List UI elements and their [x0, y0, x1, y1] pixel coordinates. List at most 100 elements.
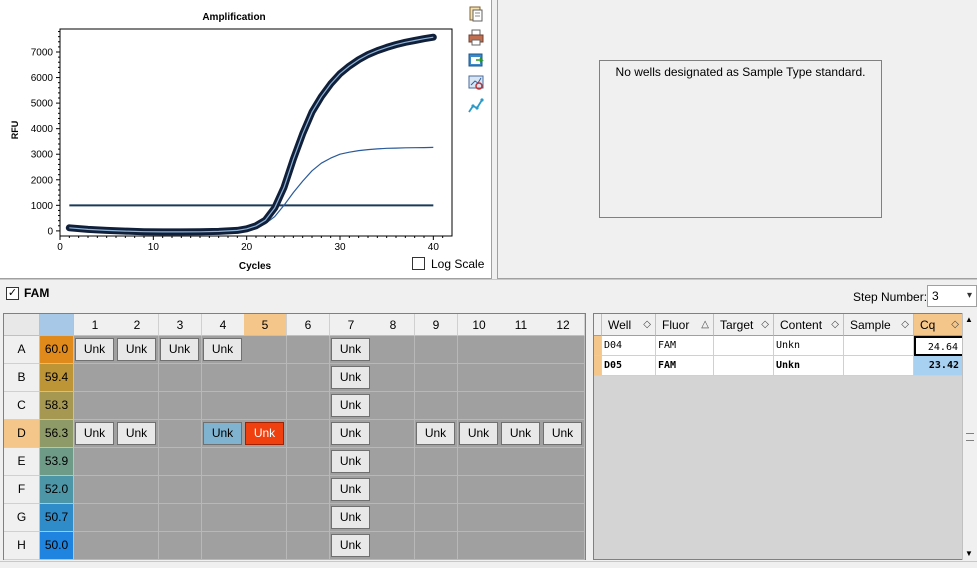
column-header-content[interactable]: Content ◇ [774, 314, 844, 336]
export-icon[interactable] [467, 51, 485, 69]
plate-column-header[interactable]: 2 [116, 314, 159, 336]
table-cell[interactable]: 23.42 [914, 356, 964, 376]
plate-well[interactable] [415, 448, 458, 476]
plate-column-header[interactable]: 6 [287, 314, 330, 336]
column-header-cq[interactable]: Cq ◇ [914, 314, 964, 336]
plate-well[interactable] [372, 532, 415, 560]
well-button[interactable]: Unk [543, 422, 582, 445]
well-button[interactable]: Unk [117, 338, 156, 361]
plate-well[interactable] [542, 532, 585, 560]
table-cell[interactable] [844, 336, 914, 356]
plate-well[interactable]: Unk [330, 420, 373, 448]
well-button[interactable]: Unk [331, 422, 370, 445]
plate-well[interactable] [542, 336, 585, 364]
plate-row-header[interactable]: D [4, 420, 40, 448]
plate-well[interactable]: Unk [330, 336, 373, 364]
table-cell[interactable] [714, 356, 774, 376]
plate-well[interactable] [116, 392, 159, 420]
plate-well[interactable] [458, 504, 501, 532]
plate-row-header[interactable]: A [4, 336, 40, 364]
plate-well[interactable] [415, 504, 458, 532]
column-header-target[interactable]: Target ◇ [714, 314, 774, 336]
scroll-thumb-grip[interactable] [966, 433, 974, 441]
plate-well[interactable]: Unk [244, 420, 287, 448]
plate-well[interactable] [202, 532, 245, 560]
plate-well[interactable] [372, 364, 415, 392]
table-cell[interactable]: D04 [602, 336, 656, 356]
table-cell[interactable]: FAM [656, 356, 714, 376]
plate-well[interactable] [542, 504, 585, 532]
well-button[interactable]: Unk [117, 422, 156, 445]
table-cell[interactable]: D05 [602, 356, 656, 376]
column-header-well[interactable]: Well ◇ [602, 314, 656, 336]
plate-well[interactable] [458, 392, 501, 420]
chart-options-icon[interactable] [467, 97, 485, 115]
plate-well[interactable]: Unk [74, 336, 117, 364]
well-button[interactable]: Unk [331, 450, 370, 473]
plate-well[interactable]: Unk [330, 364, 373, 392]
plate-well[interactable] [116, 532, 159, 560]
plate-well[interactable] [415, 476, 458, 504]
plate-well[interactable] [415, 392, 458, 420]
table-cell[interactable] [844, 356, 914, 376]
plate-well[interactable]: Unk [116, 420, 159, 448]
plate-column-header[interactable]: 10 [458, 314, 501, 336]
plate-well[interactable]: Unk [330, 448, 373, 476]
plate-well[interactable]: Unk [202, 420, 245, 448]
plate-well[interactable] [159, 392, 202, 420]
well-button[interactable]: Unk [331, 338, 370, 361]
table-cell[interactable]: FAM [656, 336, 714, 356]
plate-well[interactable] [500, 392, 543, 420]
plate-well[interactable] [372, 392, 415, 420]
plate-well[interactable] [542, 364, 585, 392]
plate-well[interactable] [116, 504, 159, 532]
plate-well[interactable] [159, 532, 202, 560]
plate-well[interactable]: Unk [500, 420, 543, 448]
plate-well[interactable] [458, 448, 501, 476]
plate-well[interactable] [415, 364, 458, 392]
column-header-fluor[interactable]: Fluor △ [656, 314, 714, 336]
plate-well[interactable] [415, 336, 458, 364]
column-header-sample[interactable]: Sample ◇ [844, 314, 914, 336]
plate-well[interactable] [500, 336, 543, 364]
plate-well[interactable] [372, 448, 415, 476]
plate-well[interactable] [287, 336, 330, 364]
plate-column-header[interactable]: 11 [500, 314, 543, 336]
plate-row-header[interactable]: E [4, 448, 40, 476]
plate-well[interactable]: Unk [542, 420, 585, 448]
plate-well[interactable] [500, 476, 543, 504]
plate-well[interactable] [74, 476, 117, 504]
plate-well[interactable] [415, 532, 458, 560]
well-button[interactable]: Unk [203, 338, 242, 361]
plate-well[interactable] [287, 420, 330, 448]
plate-well[interactable] [244, 476, 287, 504]
plate-well[interactable] [244, 532, 287, 560]
plate-well[interactable] [372, 336, 415, 364]
plate-well[interactable] [202, 392, 245, 420]
plate-well[interactable]: Unk [330, 504, 373, 532]
plate-well[interactable] [202, 504, 245, 532]
table-scrollbar[interactable]: ▲ ▼ [962, 313, 977, 560]
plate-well[interactable]: Unk [202, 336, 245, 364]
plate-column-header[interactable]: 7 [330, 314, 373, 336]
plate-well[interactable] [372, 420, 415, 448]
plate-well[interactable] [202, 476, 245, 504]
plate-row-header[interactable]: F [4, 476, 40, 504]
well-button[interactable]: Unk [331, 394, 370, 417]
plate-well[interactable] [287, 504, 330, 532]
log-scale-checkbox[interactable] [412, 257, 425, 270]
plate-well[interactable] [542, 448, 585, 476]
plate-well[interactable] [116, 364, 159, 392]
plate-well[interactable] [202, 364, 245, 392]
plate-well[interactable] [287, 476, 330, 504]
well-button[interactable]: Unk [501, 422, 540, 445]
plate-well[interactable] [74, 448, 117, 476]
plate-well[interactable] [287, 532, 330, 560]
scroll-down-arrow[interactable]: ▼ [965, 549, 973, 558]
plate-well[interactable] [500, 364, 543, 392]
plate-column-header[interactable]: 5 [244, 314, 287, 336]
plate-column-header[interactable]: 12 [542, 314, 585, 336]
plate-well[interactable] [458, 532, 501, 560]
scroll-up-arrow[interactable]: ▲ [965, 315, 973, 324]
plate-well[interactable] [116, 448, 159, 476]
